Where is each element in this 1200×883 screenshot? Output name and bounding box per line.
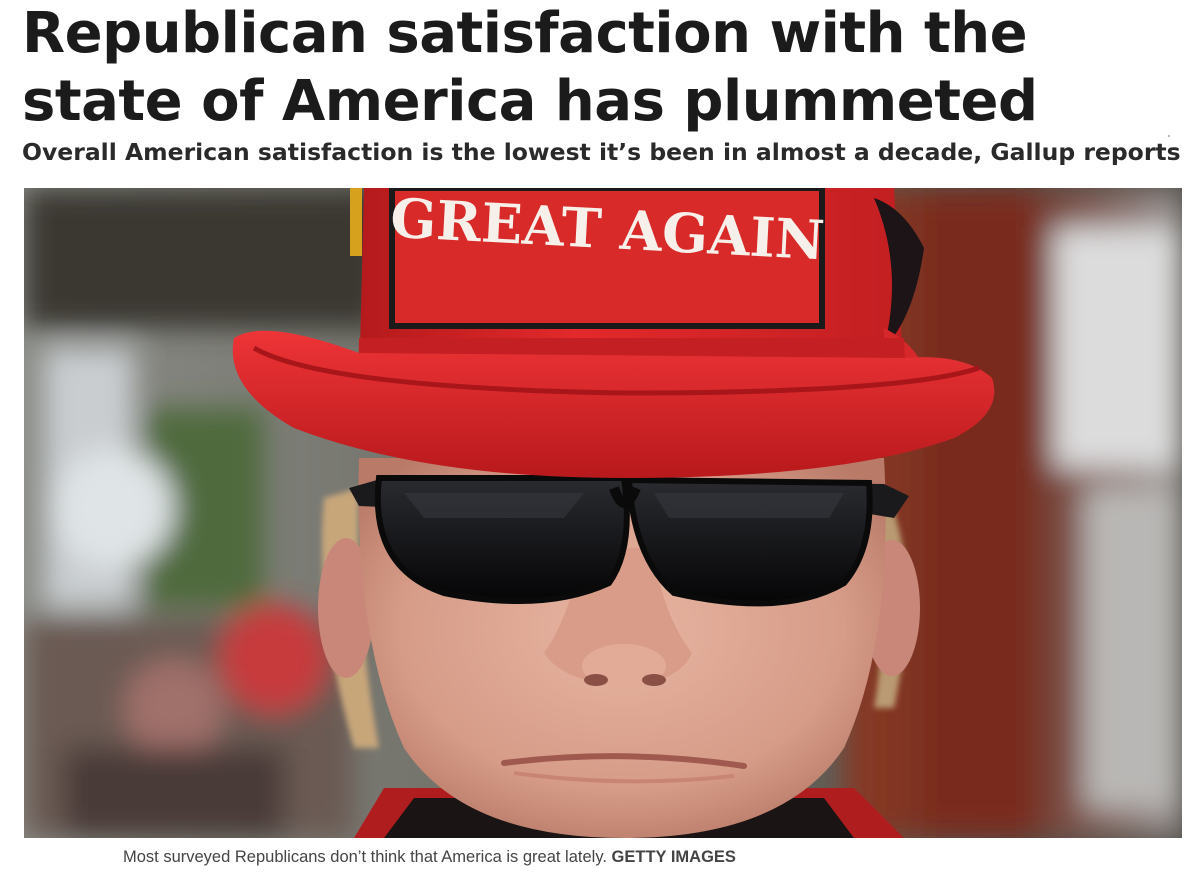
photo-illustration: GREAT AGAIN (24, 188, 1182, 838)
subheadline: Overall American satisfaction is the low… (22, 138, 1181, 166)
article-photo: GREAT AGAIN (24, 188, 1182, 838)
decorative-dot (1168, 135, 1170, 137)
headline: Republican satisfaction with the state o… (22, 1, 1038, 134)
photo-credit: GETTY IMAGES (611, 848, 736, 866)
caption-text: Most surveyed Republicans don’t think th… (123, 848, 607, 866)
photo-caption: Most surveyed Republicans don’t think th… (123, 846, 736, 868)
